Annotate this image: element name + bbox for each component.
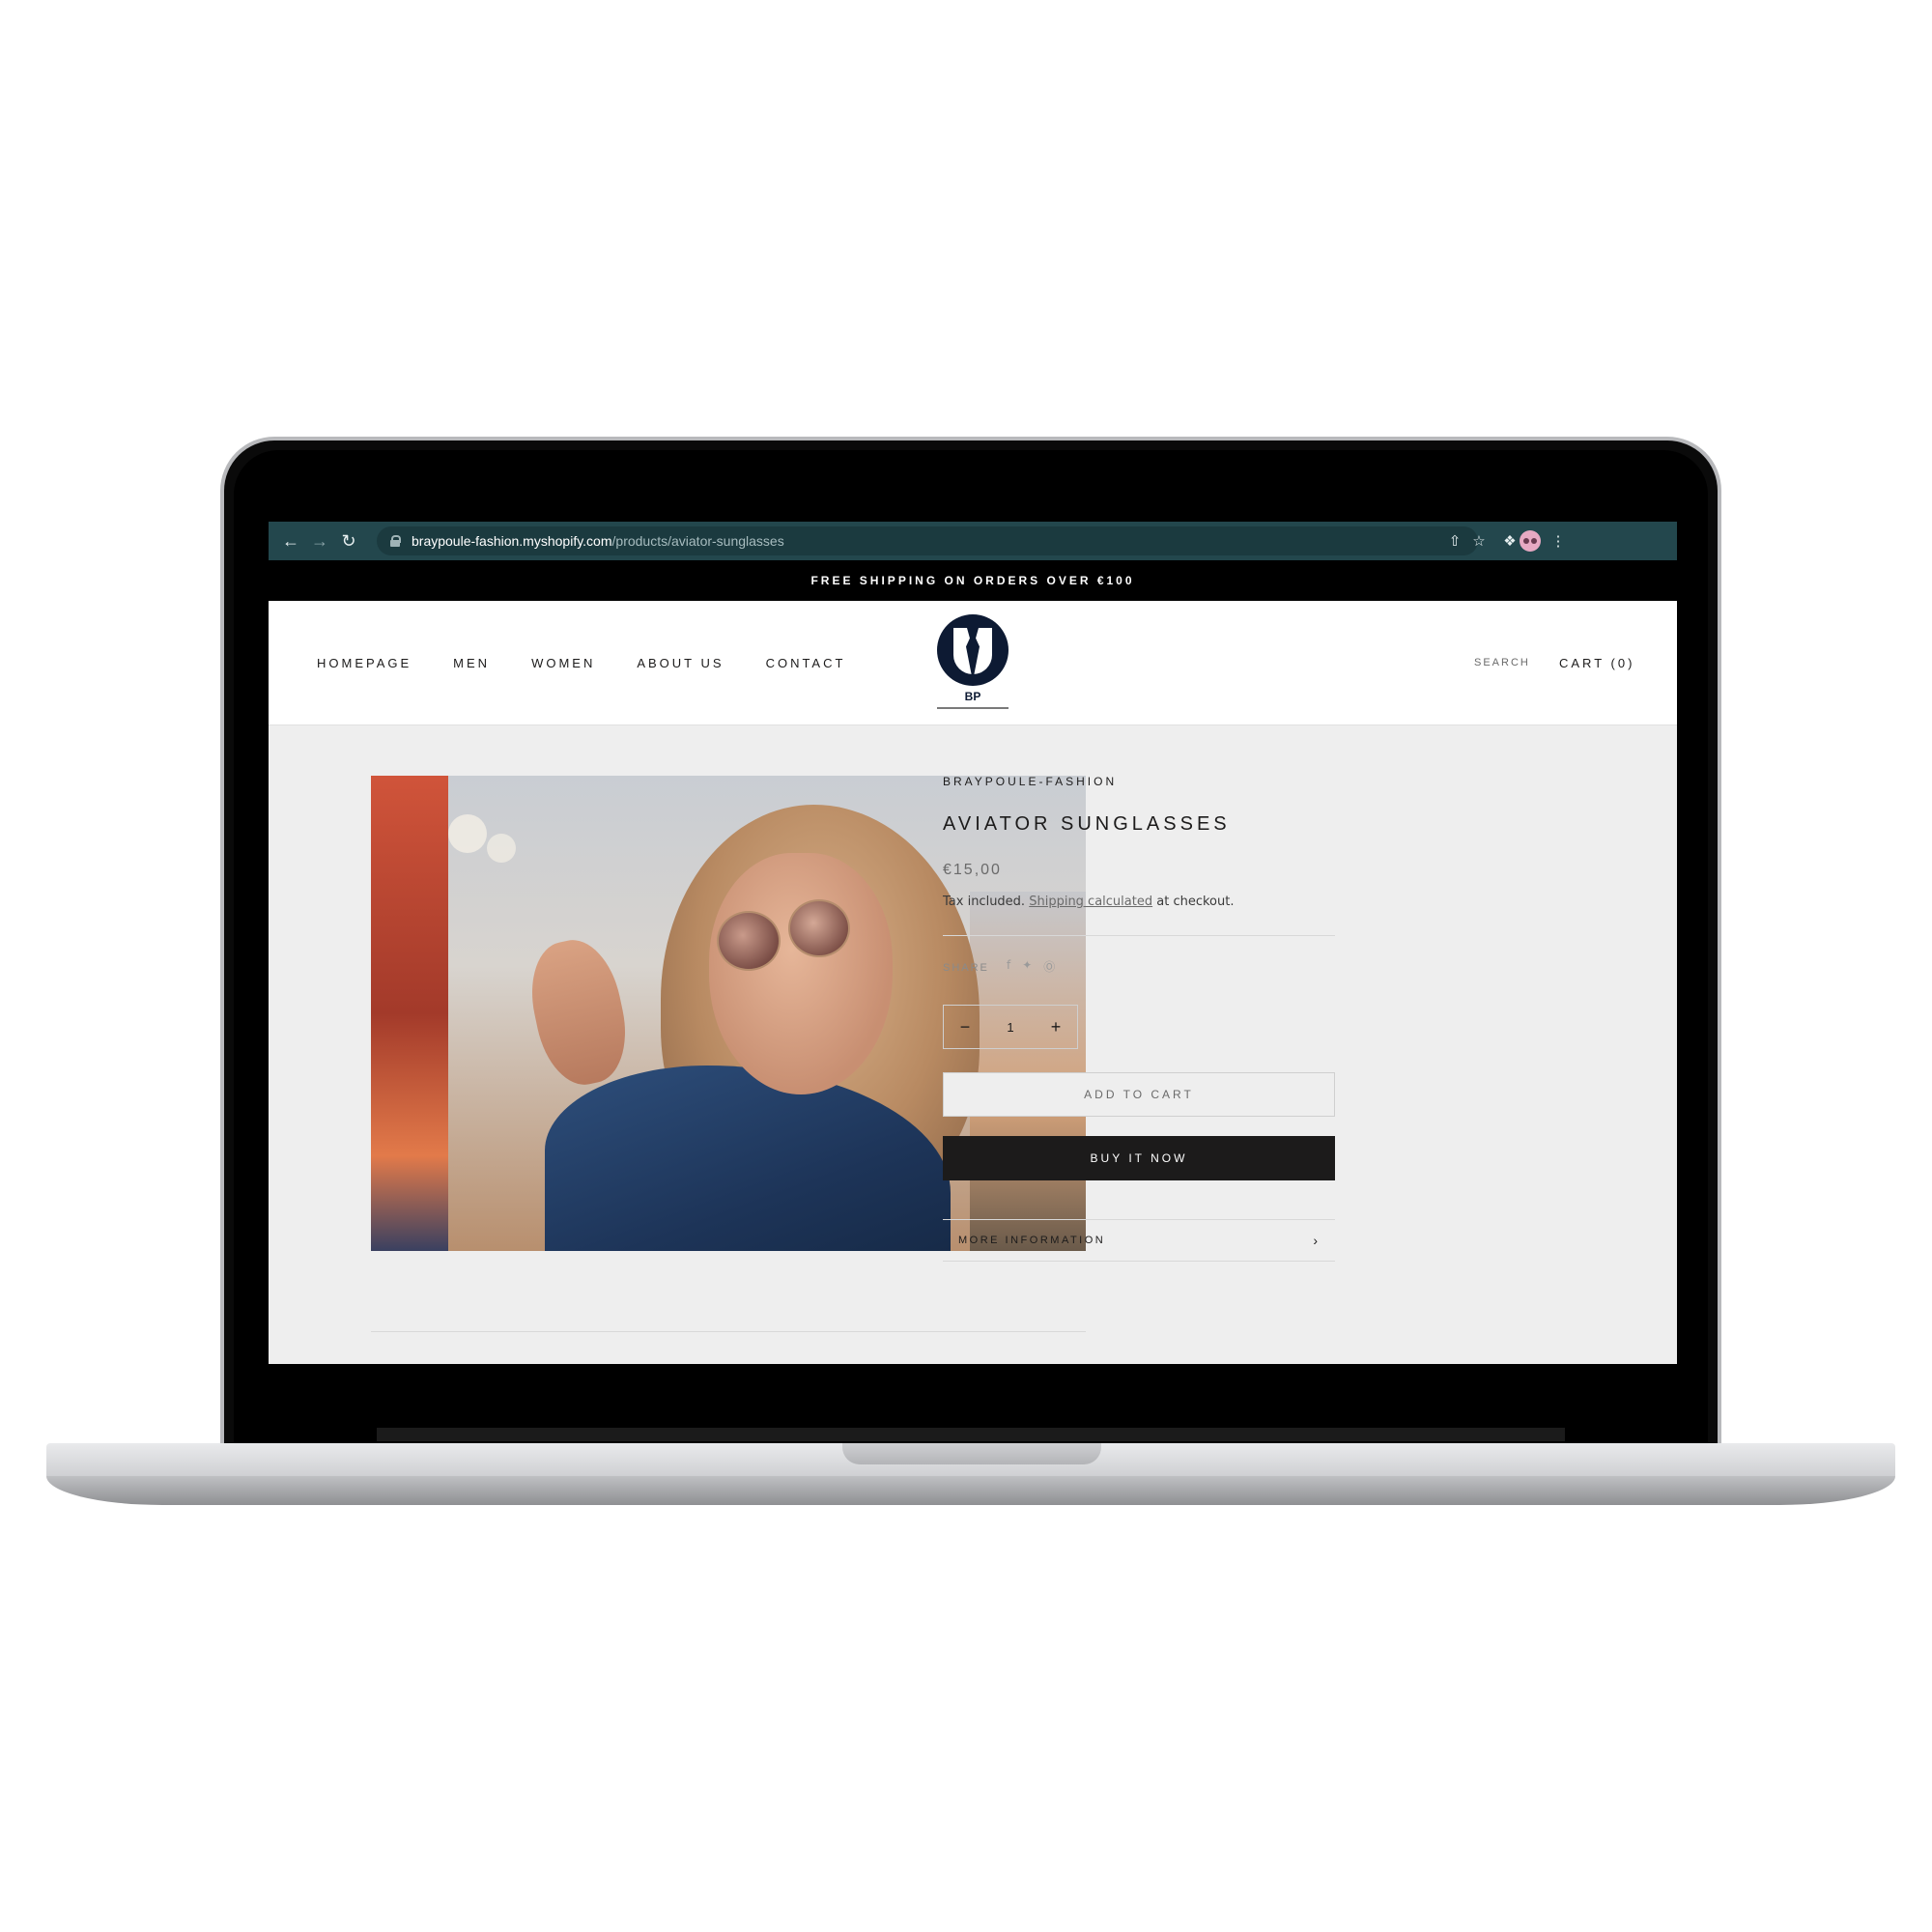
tax-suffix: at checkout. — [1156, 895, 1235, 909]
tuxedo-logo-icon — [937, 614, 1009, 686]
add-to-cart-button[interactable]: ADD TO CART — [943, 1072, 1335, 1117]
more-information-label: MORE INFORMATION — [958, 1235, 1106, 1246]
more-info-bottom-border — [943, 1261, 1335, 1262]
menu-kebab-icon[interactable]: ⋮ — [1544, 522, 1573, 560]
info-divider — [943, 935, 1335, 936]
announcement-bar: FREE SHIPPING ON ORDERS OVER €100 — [269, 560, 1677, 601]
pinterest-icon[interactable]: Ⓞ — [1043, 958, 1055, 975]
search-link[interactable]: SEARCH — [1474, 601, 1530, 724]
shipping-link[interactable]: Shipping calculated — [1029, 895, 1152, 909]
tax-note: Tax included. Shipping calculated at che… — [943, 895, 1234, 909]
brand-logo[interactable]: BP — [935, 614, 1010, 711]
more-information-toggle[interactable]: MORE INFORMATION › — [943, 1220, 1335, 1261]
buy-it-now-button[interactable]: BUY IT NOW — [943, 1136, 1335, 1180]
site-header: HOMEPAGE MEN WOMEN ABOUT US CONTACT BP S… — [269, 601, 1677, 725]
main-nav: HOMEPAGE MEN WOMEN ABOUT US CONTACT — [317, 601, 845, 724]
cart-link[interactable]: CART (0) — [1559, 601, 1634, 724]
nav-item-men[interactable]: MEN — [453, 656, 490, 670]
logo-text: BP — [964, 690, 981, 703]
nav-item-homepage[interactable]: HOMEPAGE — [317, 656, 412, 670]
bookmark-star-icon[interactable]: ☆ — [1464, 522, 1493, 560]
quantity-input[interactable] — [986, 1018, 1035, 1036]
nav-item-about-us[interactable]: ABOUT US — [637, 656, 724, 670]
laptop-hinge — [377, 1428, 1565, 1441]
twitter-icon[interactable]: ✦ — [1022, 958, 1032, 975]
gallery-divider — [371, 1331, 1086, 1332]
share-icons: f ✦ Ⓞ — [1007, 958, 1055, 975]
lock-icon — [390, 535, 401, 547]
nav-item-contact[interactable]: CONTACT — [766, 656, 846, 670]
laptop-screen: ← → ↻ braypoule-fashion.myshopify.com/pr… — [269, 522, 1677, 1364]
product-price: €15,00 — [943, 862, 1002, 878]
quantity-stepper: − + — [943, 1005, 1078, 1049]
minus-icon[interactable]: − — [944, 1006, 986, 1048]
url-path: /products/aviator-sunglasses — [611, 533, 784, 549]
address-bar[interactable]: braypoule-fashion.myshopify.com/products… — [377, 526, 1478, 555]
browser-toolbar: ← → ↻ braypoule-fashion.myshopify.com/pr… — [269, 522, 1677, 560]
chevron-right-icon: › — [1313, 1233, 1318, 1248]
url-text: braypoule-fashion.myshopify.com/products… — [412, 533, 784, 549]
nav-item-women[interactable]: WOMEN — [531, 656, 595, 670]
profile-avatar[interactable] — [1520, 530, 1541, 552]
forward-arrow-icon[interactable]: → — [305, 522, 334, 560]
back-arrow-icon[interactable]: ← — [276, 522, 305, 560]
logo-underline — [937, 707, 1009, 709]
laptop-base-bottom — [46, 1476, 1895, 1505]
reload-icon[interactable]: ↻ — [334, 522, 363, 560]
plus-icon[interactable]: + — [1035, 1006, 1077, 1048]
url-host: braypoule-fashion.myshopify.com — [412, 533, 612, 549]
tax-prefix: Tax included. — [943, 895, 1026, 909]
laptop-notch — [842, 1443, 1101, 1464]
product-vendor[interactable]: BRAYPOULE-FASHION — [943, 775, 1117, 788]
product-title: AVIATOR SUNGLASSES — [943, 813, 1231, 835]
facebook-icon[interactable]: f — [1007, 958, 1010, 975]
share-label: SHARE — [943, 962, 989, 974]
